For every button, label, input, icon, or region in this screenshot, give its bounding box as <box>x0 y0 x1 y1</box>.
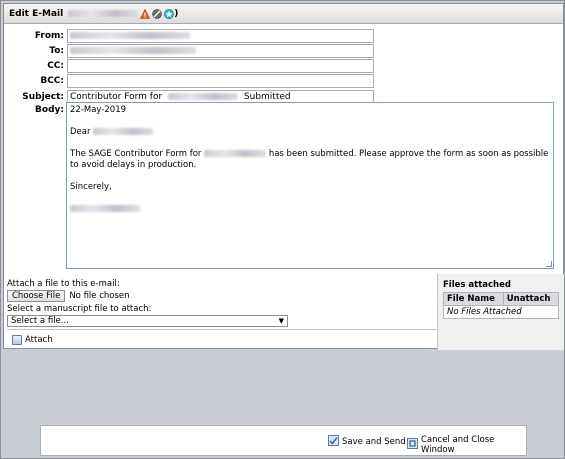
title-bar: Edit E-Mail ) <box>4 4 563 24</box>
subject-suffix: Submitted <box>243 92 291 102</box>
attach-section: Attach a file to this e-mail: Choose Fil… <box>7 274 436 327</box>
attach-toolbar: Attach <box>7 329 436 349</box>
no-file-text: No file chosen <box>69 291 130 301</box>
to-field[interactable] <box>67 44 374 58</box>
to-label: To: <box>49 46 64 56</box>
body-signature <box>70 204 550 215</box>
no-entry-icon <box>152 8 162 19</box>
bcc-field[interactable] <box>67 74 374 88</box>
cancel-close-label: Cancel and Close Window <box>421 435 495 455</box>
col-unattach: Unattach <box>502 292 560 306</box>
redacted-id <box>68 10 139 17</box>
from-field[interactable] <box>67 29 374 43</box>
select-placeholder: Select a file... <box>11 316 69 326</box>
redacted-name <box>93 128 154 135</box>
cancel-icon <box>407 438 418 452</box>
body-label: Body: <box>35 105 64 115</box>
body-greeting: Dear <box>70 127 91 137</box>
no-files-text: No Files Attached <box>443 305 559 319</box>
dropdown-arrow-icon: ▼ <box>278 317 284 325</box>
cc-field[interactable] <box>67 59 374 73</box>
send-icon <box>328 435 339 449</box>
window-title: Edit E-Mail <box>9 8 64 19</box>
manuscript-label: Select a manuscript file to attach: <box>7 304 152 314</box>
files-attached-panel: Files attached File Name Unattach No Fil… <box>437 274 564 350</box>
cancel-close-button[interactable]: Cancel and Close Window <box>407 435 526 455</box>
save-send-label: Save and Send <box>342 437 406 447</box>
body-closing: Sincerely, <box>70 182 112 192</box>
redacted-signature <box>70 205 140 212</box>
edit-email-panel: Edit E-Mail ) From: To: CC: BCC: Subject… <box>3 3 564 350</box>
subject-prefix: Contributor Form for <box>70 92 163 102</box>
redacted-to <box>70 47 196 54</box>
star-icon <box>164 8 175 19</box>
body-line-prefix: The SAGE Contributor Form for <box>70 149 202 159</box>
cc-label: CC: <box>47 61 64 71</box>
save-send-button[interactable]: Save and Send <box>328 435 406 449</box>
redacted-subject <box>168 93 239 100</box>
body-date: 22-May-2019 <box>70 105 127 115</box>
subject-label: Subject: <box>22 92 64 102</box>
body-greeting-line: Dear <box>70 127 550 138</box>
attach-button-label: Attach <box>25 334 53 345</box>
redacted-manuscript <box>204 150 267 157</box>
from-label: From: <box>34 31 64 41</box>
manuscript-select[interactable]: Select a file... ▼ <box>7 315 288 327</box>
footer-bar: Save and Send Cancel and Close Window <box>40 425 527 456</box>
choose-file-button[interactable]: Choose File <box>7 290 66 302</box>
bcc-label: BCC: <box>40 76 64 86</box>
redacted-from <box>70 32 190 39</box>
attach-icon <box>12 334 22 345</box>
resize-handle[interactable] <box>546 261 552 267</box>
dialog-frame: Edit E-Mail ) From: To: CC: BCC: Subject… <box>0 0 565 459</box>
title-suffix: ) <box>174 8 179 19</box>
body-textarea[interactable]: 22-May-2019 Dear The SAGE Contributor Fo… <box>66 102 554 269</box>
files-table: File Name Unattach No Files Attached <box>443 292 560 319</box>
attach-button[interactable]: Attach <box>12 334 53 345</box>
body-message: The SAGE Contributor Form for has been s… <box>70 149 550 171</box>
files-attached-title: Files attached <box>443 280 511 290</box>
col-file-name: File Name <box>443 292 504 306</box>
attach-label: Attach a file to this e-mail: <box>7 279 120 289</box>
warning-icon <box>140 8 151 19</box>
